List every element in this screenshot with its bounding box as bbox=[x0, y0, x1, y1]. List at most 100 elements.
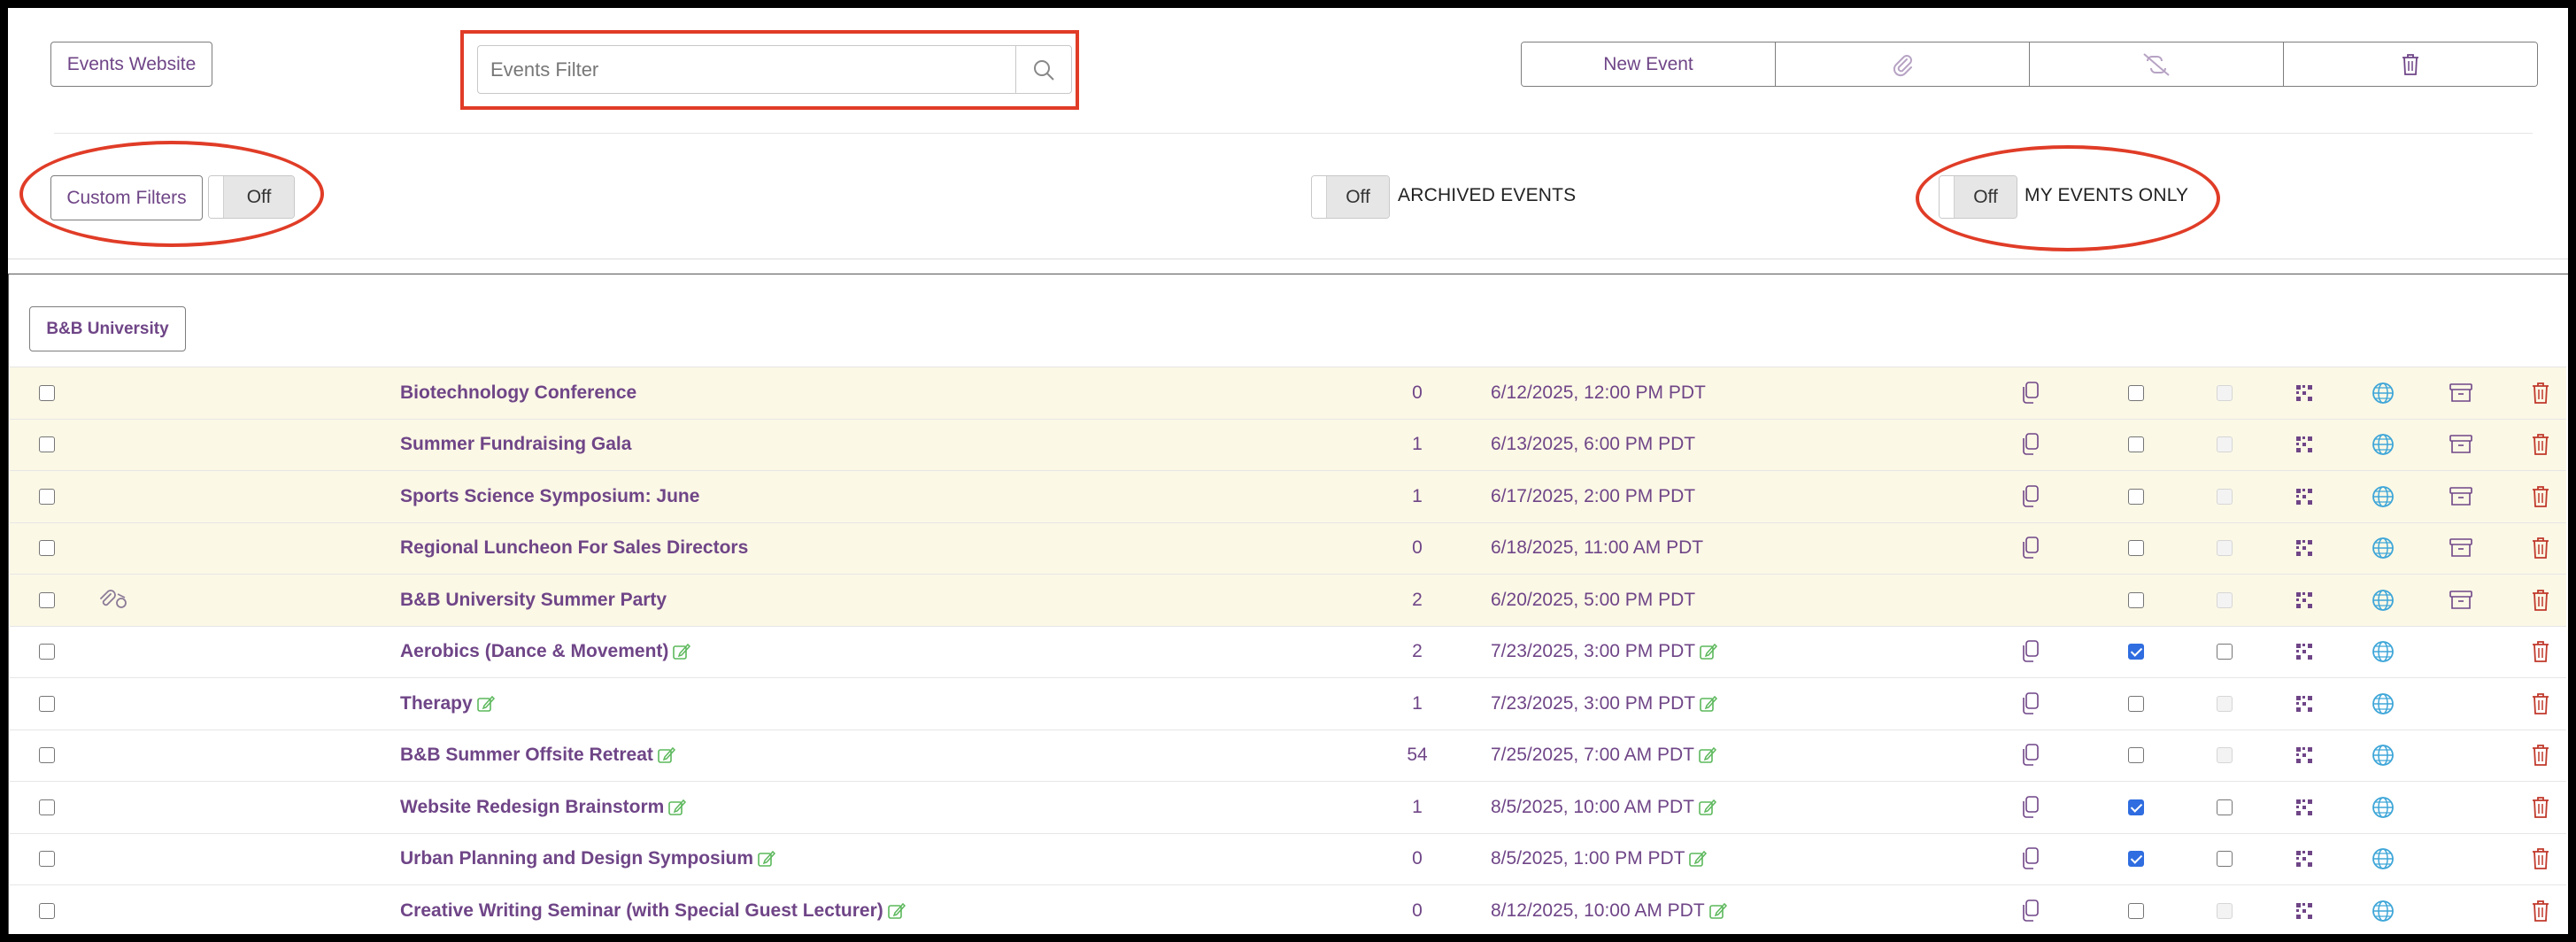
copy-icon[interactable] bbox=[2019, 536, 2040, 560]
qr-code-icon[interactable] bbox=[2295, 643, 2313, 660]
publish-checkbox[interactable] bbox=[2128, 851, 2144, 868]
copy-icon[interactable] bbox=[2019, 899, 2040, 923]
event-name-link[interactable]: Regional Luncheon For Sales Directors bbox=[400, 537, 748, 559]
globe-icon[interactable] bbox=[2372, 796, 2395, 819]
copy-icon[interactable] bbox=[2019, 381, 2040, 405]
edit-icon[interactable] bbox=[672, 642, 691, 661]
publish-checkbox[interactable] bbox=[2128, 902, 2144, 919]
publish-checkbox[interactable] bbox=[2128, 695, 2144, 712]
globe-icon[interactable] bbox=[2372, 640, 2395, 663]
event-name-link[interactable]: B&B Summer Offsite Retreat bbox=[400, 745, 653, 766]
copy-icon[interactable] bbox=[2019, 795, 2040, 820]
archive-icon[interactable] bbox=[2449, 590, 2473, 611]
row-select-checkbox[interactable] bbox=[39, 799, 55, 815]
delete-icon[interactable] bbox=[2531, 381, 2550, 405]
delete-icon[interactable] bbox=[2531, 899, 2550, 923]
globe-icon[interactable] bbox=[2372, 847, 2395, 870]
qr-code-icon[interactable] bbox=[2295, 488, 2313, 506]
delete-icon[interactable] bbox=[2531, 484, 2550, 509]
row-select-checkbox[interactable] bbox=[39, 695, 55, 712]
publish-checkbox[interactable] bbox=[2128, 436, 2144, 453]
qr-code-icon[interactable] bbox=[2295, 850, 2313, 868]
copy-icon[interactable] bbox=[2019, 484, 2040, 509]
detach-button[interactable] bbox=[2030, 42, 2284, 86]
delete-icon[interactable] bbox=[2531, 588, 2550, 613]
event-name-link[interactable]: Therapy bbox=[400, 693, 473, 714]
publish-checkbox[interactable] bbox=[2128, 488, 2144, 505]
qr-code-icon[interactable] bbox=[2295, 799, 2313, 816]
archived-events-toggle[interactable]: Off bbox=[1311, 175, 1390, 219]
publish-checkbox[interactable] bbox=[2128, 384, 2144, 401]
copy-icon[interactable] bbox=[2019, 743, 2040, 768]
edit-icon[interactable] bbox=[657, 745, 676, 765]
edit-icon[interactable] bbox=[476, 694, 496, 714]
new-event-button[interactable]: New Event bbox=[1522, 42, 1776, 86]
globe-icon[interactable] bbox=[2372, 589, 2395, 612]
archive-icon[interactable] bbox=[2449, 486, 2473, 507]
events-website-button[interactable]: Events Website bbox=[50, 42, 212, 87]
row-select-checkbox[interactable] bbox=[39, 384, 55, 401]
copy-icon[interactable] bbox=[2019, 691, 2040, 716]
delete-icon[interactable] bbox=[2531, 846, 2550, 871]
qr-code-icon[interactable] bbox=[2295, 902, 2313, 920]
edit-date-icon[interactable] bbox=[1698, 745, 1717, 765]
event-name-link[interactable]: Aerobics (Dance & Movement) bbox=[400, 641, 668, 662]
delete-icon[interactable] bbox=[2531, 536, 2550, 560]
event-name-link[interactable]: Urban Planning and Design Symposium bbox=[400, 848, 753, 869]
delete-icon[interactable] bbox=[2531, 795, 2550, 820]
publish-checkbox[interactable] bbox=[2128, 540, 2144, 557]
edit-icon[interactable] bbox=[887, 901, 906, 921]
edit-date-icon[interactable] bbox=[1699, 642, 1718, 661]
publish-checkbox[interactable] bbox=[2128, 591, 2144, 608]
edit-icon[interactable] bbox=[757, 849, 776, 869]
featured-checkbox[interactable] bbox=[2217, 851, 2233, 868]
row-select-checkbox[interactable] bbox=[39, 436, 55, 453]
featured-checkbox[interactable] bbox=[2217, 644, 2233, 660]
publish-checkbox[interactable] bbox=[2128, 747, 2144, 764]
event-name-link[interactable]: Sports Science Symposium: June bbox=[400, 486, 699, 507]
edit-icon[interactable] bbox=[667, 798, 687, 817]
group-button[interactable]: B&B University bbox=[29, 306, 186, 351]
globe-icon[interactable] bbox=[2372, 900, 2395, 923]
event-name-link[interactable]: Website Redesign Brainstorm bbox=[400, 797, 664, 818]
copy-icon[interactable] bbox=[2019, 846, 2040, 871]
row-select-checkbox[interactable] bbox=[39, 902, 55, 919]
delete-selected-button[interactable] bbox=[2284, 42, 2537, 86]
globe-icon[interactable] bbox=[2372, 744, 2395, 767]
publish-checkbox[interactable] bbox=[2128, 644, 2144, 660]
archive-icon[interactable] bbox=[2449, 537, 2473, 559]
event-name-link[interactable]: Summer Fundraising Gala bbox=[400, 434, 631, 455]
attach-button[interactable] bbox=[1776, 42, 2030, 86]
row-select-checkbox[interactable] bbox=[39, 644, 55, 660]
featured-checkbox[interactable] bbox=[2217, 799, 2233, 815]
publish-checkbox[interactable] bbox=[2128, 799, 2144, 815]
qr-code-icon[interactable] bbox=[2295, 591, 2313, 609]
delete-icon[interactable] bbox=[2531, 432, 2550, 457]
custom-filters-button[interactable]: Custom Filters bbox=[50, 175, 203, 220]
delete-icon[interactable] bbox=[2531, 639, 2550, 664]
my-events-toggle[interactable]: Off bbox=[1939, 175, 2017, 219]
row-select-checkbox[interactable] bbox=[39, 540, 55, 557]
globe-icon[interactable] bbox=[2372, 382, 2395, 405]
search-button[interactable] bbox=[1015, 45, 1072, 94]
edit-date-icon[interactable] bbox=[1688, 849, 1708, 869]
edit-date-icon[interactable] bbox=[1699, 694, 1718, 714]
row-select-checkbox[interactable] bbox=[39, 747, 55, 764]
event-name-link[interactable]: Creative Writing Seminar (with Special G… bbox=[400, 900, 883, 922]
globe-icon[interactable] bbox=[2372, 485, 2395, 508]
custom-filters-toggle[interactable]: Off bbox=[208, 175, 295, 219]
delete-icon[interactable] bbox=[2531, 743, 2550, 768]
qr-code-icon[interactable] bbox=[2295, 384, 2313, 402]
event-name-link[interactable]: B&B University Summer Party bbox=[400, 590, 667, 611]
row-select-checkbox[interactable] bbox=[39, 591, 55, 608]
edit-date-icon[interactable] bbox=[1708, 901, 1728, 921]
archive-icon[interactable] bbox=[2449, 434, 2473, 455]
copy-icon[interactable] bbox=[2019, 639, 2040, 664]
archive-icon[interactable] bbox=[2449, 382, 2473, 404]
globe-icon[interactable] bbox=[2372, 692, 2395, 715]
qr-code-icon[interactable] bbox=[2295, 539, 2313, 557]
edit-date-icon[interactable] bbox=[1698, 798, 1717, 817]
delete-icon[interactable] bbox=[2531, 691, 2550, 716]
row-select-checkbox[interactable] bbox=[39, 851, 55, 868]
qr-code-icon[interactable] bbox=[2295, 746, 2313, 764]
